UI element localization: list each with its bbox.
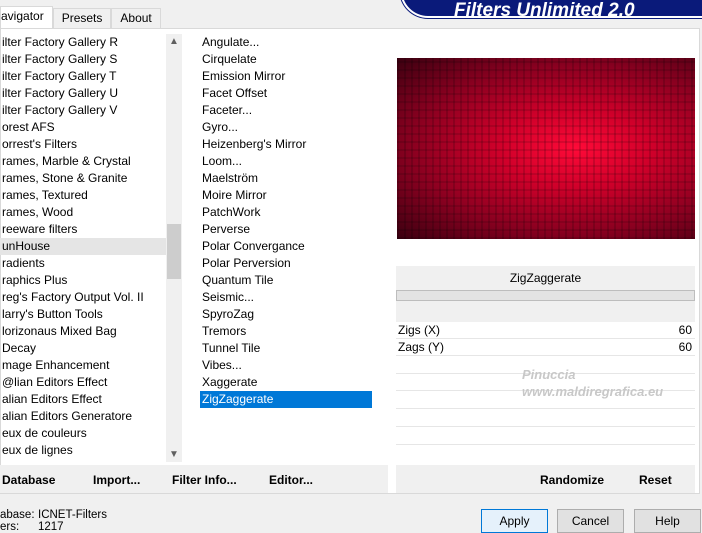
list-item[interactable]: Polar Perversion [200,255,372,272]
param-value[interactable]: 60 [679,322,692,338]
list-item[interactable]: rames, Textured [0,187,166,204]
list-item[interactable]: Tunnel Tile [200,340,372,357]
list-item[interactable]: Heizenberg's Mirror [200,136,372,153]
list-item[interactable]: unHouse [0,238,166,255]
right-toolbar: Randomize Reset [396,465,695,493]
list-item[interactable]: reeware filters [0,221,166,238]
list-item[interactable]: PatchWork [200,204,372,221]
list-item[interactable]: rames, Wood [0,204,166,221]
preview-image [397,58,695,239]
list-item[interactable]: Faceter... [200,102,372,119]
list-item[interactable]: lorizonaus Mixed Bag [0,323,166,340]
list-item[interactable]: Loom... [200,153,372,170]
watermark: Pinuccia www.maldiregrafica.eu [522,367,664,399]
filter-name: ZigZaggerate [396,266,695,290]
randomize-button[interactable]: Randomize [540,465,604,495]
tab-bar: avigator Presets About [0,6,161,28]
list-item[interactable]: alian Editors Generatore [0,408,166,425]
category-list[interactable]: ilter Factory Gallery Rilter Factory Gal… [0,34,166,459]
list-item[interactable]: ilter Factory Gallery U [0,85,166,102]
list-item[interactable]: Seismic... [200,289,372,306]
list-item[interactable]: Facet Offset [200,85,372,102]
list-item[interactable]: Perverse [200,221,372,238]
param-value[interactable]: 60 [679,339,692,355]
list-item[interactable]: orest AFS [0,119,166,136]
list-item[interactable]: Vibes... [200,357,372,374]
list-item[interactable]: eux de lignes [0,442,166,459]
tab-presets[interactable]: Presets [52,8,112,28]
import-button[interactable]: Import... [93,465,140,495]
list-item[interactable]: Gyro... [200,119,372,136]
list-item[interactable]: Decay [0,340,166,357]
param-label: Zags (Y) [398,340,445,354]
apply-button[interactable]: Apply [481,509,548,533]
list-item[interactable]: radients [0,255,166,272]
scroll-up-icon[interactable]: ▲ [166,36,182,47]
list-item[interactable]: mage Enhancement [0,357,166,374]
list-item[interactable]: Quantum Tile [200,272,372,289]
scroll-thumb[interactable] [167,224,181,279]
param-zags[interactable]: Zags (Y) 60 [396,339,695,356]
list-item[interactable]: Angulate... [200,34,372,51]
status-info: abase: ICNET-Filters ers: 1217 [0,509,107,533]
list-item[interactable]: ZigZaggerate [200,391,372,408]
list-item[interactable]: @lian Editors Effect [0,374,166,391]
scroll-down-icon[interactable]: ▼ [166,449,182,460]
list-item[interactable]: alian Editors Effect [0,391,166,408]
reset-button[interactable]: Reset [639,465,672,495]
help-button[interactable]: Help [634,509,701,533]
tab-navigator[interactable]: avigator [0,6,53,28]
list-item[interactable]: orrest's Filters [0,136,166,153]
list-item[interactable]: ilter Factory Gallery R [0,34,166,51]
param-zigs[interactable]: Zigs (X) 60 [396,322,695,339]
list-item[interactable]: Tremors [200,323,372,340]
list-item[interactable]: Emission Mirror [200,68,372,85]
cancel-button[interactable]: Cancel [557,509,624,533]
list-item[interactable]: eux de couleurs [0,425,166,442]
list-item[interactable]: Xaggerate [200,374,372,391]
list-item[interactable]: reg's Factory Output Vol. II [0,289,166,306]
list-item[interactable]: ilter Factory Gallery S [0,51,166,68]
tab-about[interactable]: About [111,8,161,28]
list-item[interactable]: Moire Mirror [200,187,372,204]
database-button[interactable]: Database [2,465,55,495]
filter-info-button[interactable]: Filter Info... [172,465,237,495]
list-item[interactable]: ilter Factory Gallery T [0,68,166,85]
list-item[interactable]: raphics Plus [0,272,166,289]
list-item[interactable]: rames, Marble & Crystal [0,153,166,170]
list-item[interactable]: rames, Stone & Granite [0,170,166,187]
left-toolbar: Database Import... Filter Info... Editor… [0,465,388,493]
category-scrollbar[interactable]: ▲ ▼ [166,34,182,462]
list-item[interactable]: Maelström [200,170,372,187]
editor-button[interactable]: Editor... [269,465,313,495]
app-banner: Filters Unlimited 2.0 [400,0,702,21]
list-item[interactable]: Polar Convergance [200,238,372,255]
list-item[interactable]: larry's Button Tools [0,306,166,323]
list-item[interactable]: ilter Factory Gallery V [0,102,166,119]
list-item[interactable]: SpyroZag [200,306,372,323]
filter-list[interactable]: Angulate... Cirquelate Emission Mirror Face… [200,34,372,408]
progress-bar [396,290,695,301]
list-item[interactable]: Cirquelate [200,51,372,68]
param-label: Zigs (X) [398,323,440,337]
